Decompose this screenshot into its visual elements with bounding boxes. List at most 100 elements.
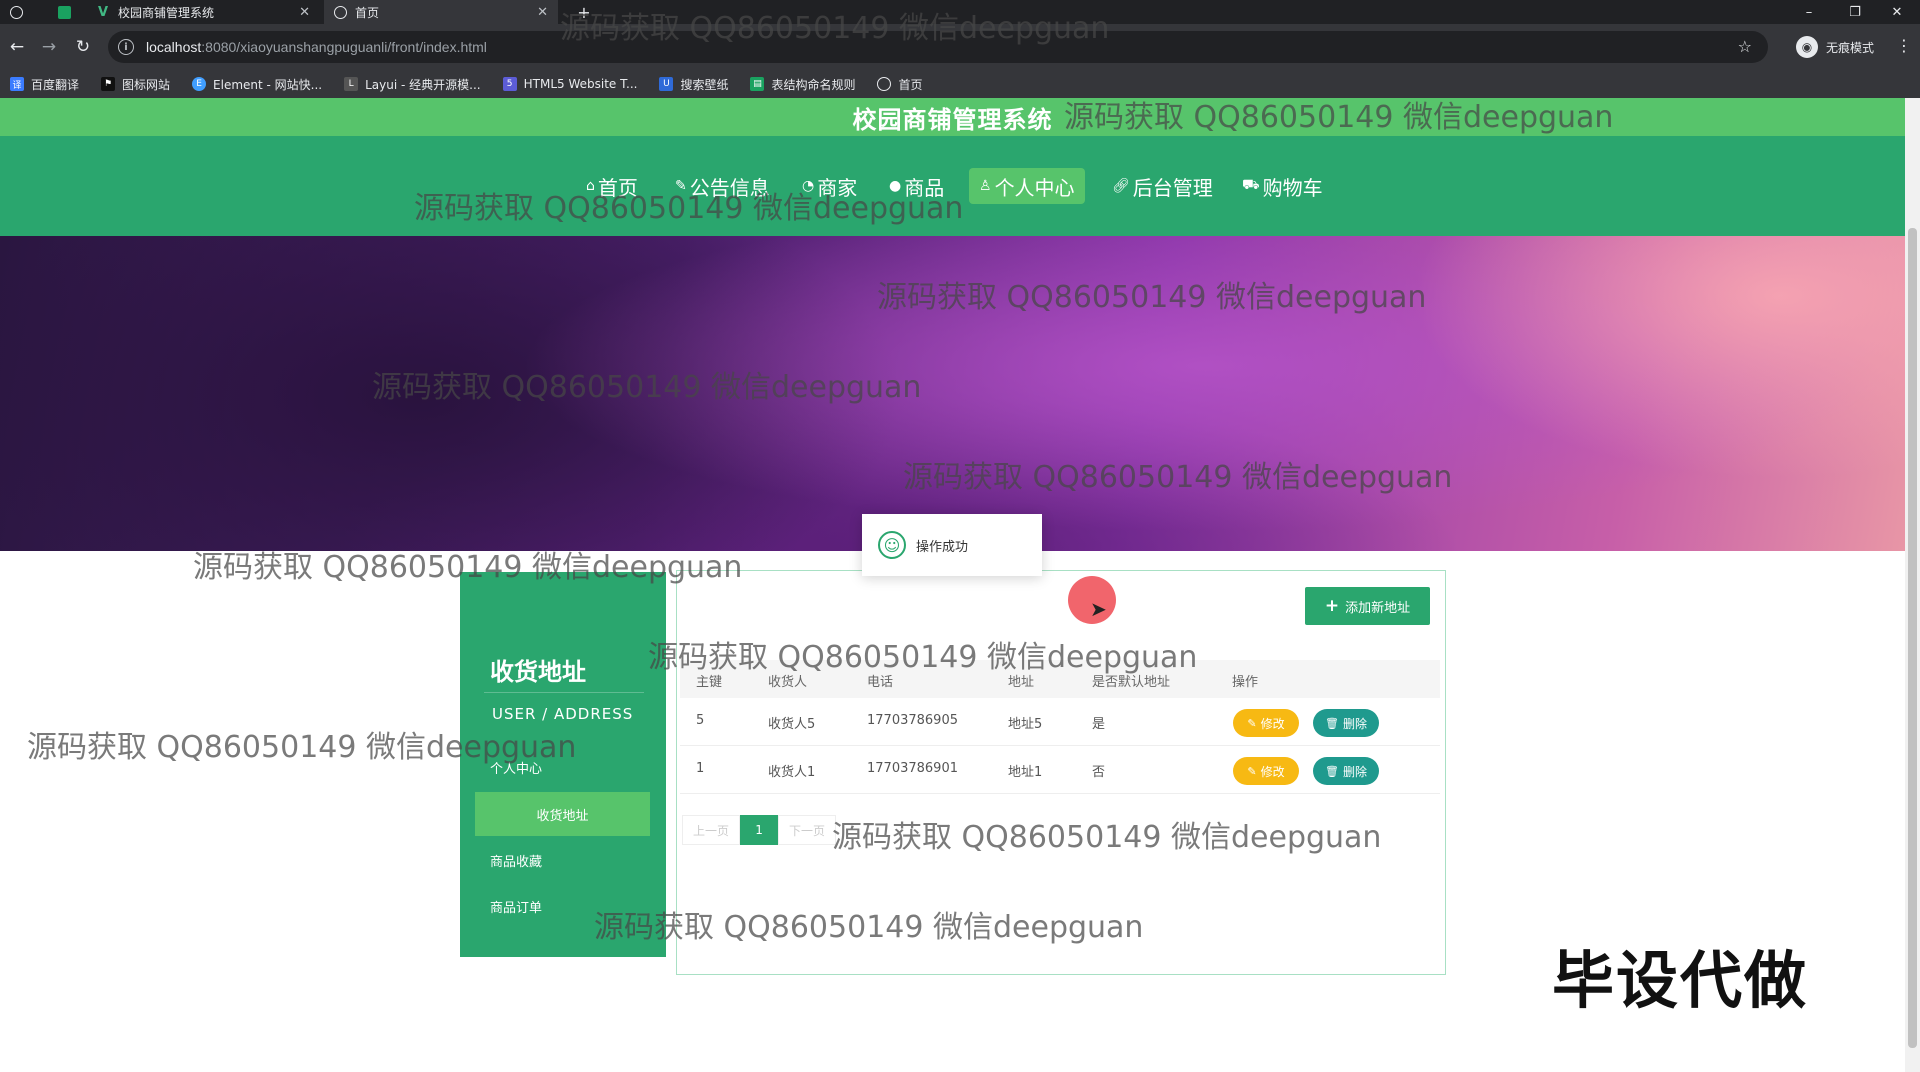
trash-icon: 🗑︎ <box>1325 764 1339 778</box>
pager-next[interactable]: 下一页 <box>778 815 837 845</box>
tab-admin[interactable]: V 校园商铺管理系统 ✕ <box>86 0 320 24</box>
cell-phone: 17703786901 <box>867 761 958 776</box>
edit-button[interactable]: ✎ 修改 <box>1233 709 1299 737</box>
minimize-icon[interactable]: – <box>1786 0 1832 24</box>
cell-address: 地址5 <box>1008 717 1043 732</box>
url-text: localhost:8080/xiaoyuanshangpuguanli/fro… <box>146 39 487 55</box>
watermark: 源码获取 QQ86050149 微信deepguan <box>372 370 922 405</box>
toast-message: 操作成功 <box>916 539 969 555</box>
bookmark-item[interactable]: E Element - 网站快... <box>192 76 322 93</box>
bookmark-item[interactable]: ⚑ 图标网站 <box>101 76 170 93</box>
nav-personal-center[interactable]: ♙ 个人中心 <box>969 168 1085 204</box>
close-window-icon[interactable]: ✕ <box>1874 0 1920 24</box>
cell-default: 是 <box>1092 717 1106 732</box>
nav-cart[interactable]: ⛟ 购物车 <box>1232 168 1333 204</box>
edit-button[interactable]: ✎ 修改 <box>1233 757 1299 785</box>
element-logo-icon: E <box>192 77 207 91</box>
watermark: 源码获取 QQ86050149 微信deepguan <box>27 730 577 765</box>
trash-icon: 🗑︎ <box>1325 716 1339 730</box>
watermark: 源码获取 QQ86050149 微信deepguan <box>414 191 964 226</box>
tab-label: 校园商铺管理系统 <box>118 5 215 20</box>
cell-phone: 17703786905 <box>867 713 958 728</box>
smile-icon: ☺ <box>878 531 906 559</box>
globe-icon <box>10 5 23 19</box>
bookmark-item[interactable]: U 搜索壁纸 <box>659 76 728 93</box>
close-tab-icon[interactable]: ✕ <box>299 5 310 20</box>
column-header: 操作 <box>1232 675 1259 690</box>
back-arrow-icon[interactable]: ← <box>6 36 28 58</box>
layui-logo-icon: L <box>344 77 359 91</box>
bookmark-item[interactable]: 译百度翻译 <box>10 76 79 93</box>
nav-admin[interactable]: 🔗︎ 后台管理 <box>1102 168 1223 204</box>
link-icon: 🔗︎ <box>1112 178 1130 194</box>
user-icon: ♙ <box>979 178 992 194</box>
sidebar-item-favorites[interactable]: 商品收藏 <box>475 838 650 882</box>
cell-id: 5 <box>696 713 705 728</box>
mouse-cursor-icon: ➤ <box>1090 597 1107 621</box>
scrollbar-thumb[interactable] <box>1908 228 1917 1048</box>
globe-icon <box>877 77 892 91</box>
cell-name: 收货人5 <box>768 717 816 732</box>
pencil-icon: ✎ <box>1247 764 1257 778</box>
restore-icon[interactable]: ❐ <box>1832 0 1878 24</box>
forward-arrow-icon[interactable]: → <box>38 36 60 58</box>
watermark: 源码获取 QQ86050149 微信deepguan <box>560 11 1110 46</box>
baidu-translate-icon: 译 <box>10 77 24 91</box>
pinned-tab[interactable] <box>48 0 86 24</box>
site-title: 校园商铺管理系统 <box>852 105 1053 134</box>
watermark: 源码获取 QQ86050149 微信deepguan <box>1064 100 1614 135</box>
watermark: 源码获取 QQ86050149 微信deepguan <box>594 910 1144 945</box>
bookmark-item[interactable]: L Layui - 经典开源模... <box>344 76 481 93</box>
site-info-icon[interactable]: i <box>118 39 134 55</box>
bookmark-item[interactable]: ▤ 表结构命名规则 <box>750 76 855 93</box>
cart-icon: ⛟ <box>1242 177 1260 193</box>
watermark: 源码获取 QQ86050149 微信deepguan <box>832 820 1382 855</box>
cell-default: 否 <box>1092 765 1106 780</box>
pager-page[interactable]: 1 <box>740 815 779 845</box>
table-row: 1 收货人1 17703786901 地址1 否 ✎ 修改 🗑︎ 删除 <box>680 746 1440 794</box>
add-address-button[interactable]: + 添加新地址 <box>1305 587 1430 625</box>
bookmark-item[interactable]: 5 HTML5 Website T... <box>502 77 637 91</box>
watermark: 源码获取 QQ86050149 微信deepguan <box>903 460 1453 495</box>
html5-icon: 5 <box>502 77 517 91</box>
watermark: 源码获取 QQ86050149 微信deepguan <box>877 280 1427 315</box>
site-title-bar: 校园商铺管理系统 <box>0 98 1905 136</box>
incognito-label: 无痕模式 <box>1826 40 1875 55</box>
sheet-icon: ▤ <box>750 77 765 91</box>
wallpaper-icon: U <box>659 77 674 91</box>
pencil-icon: ✎ <box>1247 716 1257 730</box>
bookmark-star-icon[interactable]: ☆ <box>1738 37 1752 56</box>
pagination: 上一页 1 下一页 <box>682 815 837 845</box>
delete-button[interactable]: 🗑︎ 删除 <box>1313 709 1379 737</box>
flag-icon: ⚑ <box>101 77 116 91</box>
tab-home[interactable]: 首页 ✕ <box>324 0 558 24</box>
browser-menu-tab[interactable] <box>0 0 42 24</box>
sidebar-item-address[interactable]: 收货地址 <box>475 792 650 836</box>
plus-icon: + <box>1324 596 1340 616</box>
globe-icon <box>334 5 347 19</box>
watermark: 源码获取 QQ86050149 微信deepguan <box>648 640 1198 675</box>
page-scrollbar[interactable] <box>1905 98 1920 1072</box>
tab-label: 首页 <box>355 5 380 20</box>
table-row: 5 收货人5 17703786905 地址5 是 ✎ 修改 🗑︎ 删除 <box>680 698 1440 746</box>
pager-prev[interactable]: 上一页 <box>682 815 741 845</box>
cell-address: 地址1 <box>1008 765 1043 780</box>
cell-id: 1 <box>696 761 705 776</box>
sidebar-divider <box>484 692 644 693</box>
close-tab-icon[interactable]: ✕ <box>537 5 548 20</box>
sidebar-title: 收货地址 <box>490 658 586 686</box>
promo-stamp: 毕设代做 <box>1552 944 1809 1017</box>
incognito-indicator[interactable]: ◉ 无痕模式 <box>1796 36 1874 58</box>
vue-logo-icon: V <box>97 4 109 20</box>
reload-icon[interactable]: ↻ <box>72 36 94 58</box>
sheet-icon <box>58 5 71 19</box>
delete-button[interactable]: 🗑︎ 删除 <box>1313 757 1379 785</box>
incognito-icon: ◉ <box>1796 36 1818 58</box>
cell-name: 收货人1 <box>768 765 816 780</box>
browser-menu-icon[interactable]: ⋮ <box>1896 36 1912 55</box>
sidebar-subtitle: USER / ADDRESS <box>492 705 634 723</box>
success-toast: ☺ 操作成功 <box>862 514 1042 576</box>
watermark: 源码获取 QQ86050149 微信deepguan <box>193 550 743 585</box>
bookmark-item[interactable]: 首页 <box>877 76 923 93</box>
bookmarks-bar: 译百度翻译 ⚑ 图标网站 E Element - 网站快... L Layui - 经… <box>0 70 1920 98</box>
